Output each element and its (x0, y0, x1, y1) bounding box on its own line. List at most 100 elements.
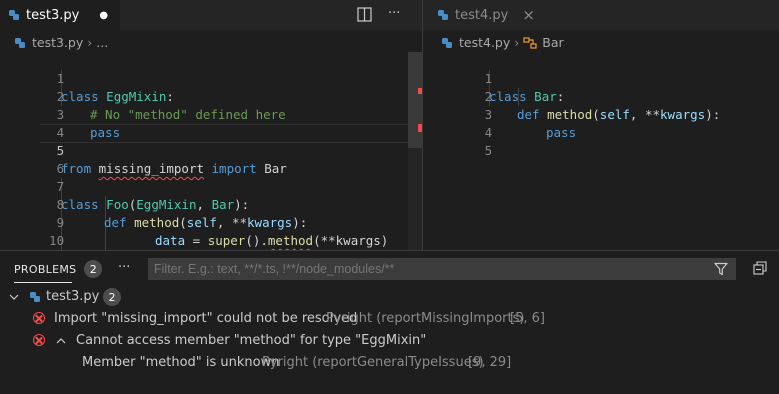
overview-ruler[interactable] (408, 52, 422, 250)
code-line: 2 def method(self, **kwargs): (428, 70, 721, 122)
parameter: self (599, 107, 630, 122)
breadcrumb-file[interactable]: test3.py (32, 35, 83, 50)
code-line: 2 # No "method" defined here (0, 70, 286, 122)
python-file-icon (30, 292, 40, 302)
code-line: 1 class Bar: (428, 52, 565, 104)
class-name: EggMixin (106, 89, 167, 104)
python-file-icon (9, 10, 19, 20)
tab-test3-label: test3.py (26, 7, 80, 23)
base-class: Bar (211, 197, 235, 212)
problem-file-name: test3.py (46, 289, 100, 304)
split-editor-icon[interactable] (357, 7, 372, 22)
line-number: 1 (484, 71, 493, 86)
error-icon (33, 312, 45, 324)
collapse-all-icon[interactable] (753, 261, 767, 275)
error-marker (418, 88, 422, 94)
problem-message: Import "missing_import" could not be res… (54, 311, 358, 326)
related-message: Member "method" is unknown (82, 355, 280, 370)
close-tab-icon[interactable]: × (522, 6, 535, 24)
scrollbar-slider[interactable] (408, 52, 422, 148)
code-line: 10 return data (0, 214, 238, 266)
problem-source: Pyright (reportMissingImports) (326, 311, 525, 326)
right-code-editor[interactable]: 1 class Bar: 2 def method(self, **kwargs… (428, 52, 779, 250)
left-code-editor[interactable]: 1 class EggMixin: 2 # No "method" define… (0, 52, 408, 266)
filter-box[interactable] (148, 258, 736, 280)
code-line: 11 (0, 232, 64, 266)
line-number: 10 (49, 233, 65, 248)
keyword: class (61, 197, 99, 212)
more-actions-icon[interactable]: ··· (388, 6, 400, 21)
line-number: 9 (56, 215, 65, 230)
panel-tab-problems[interactable]: PROBLEMS 2 (14, 260, 103, 278)
parameter: self (186, 215, 217, 230)
tab-test4[interactable]: test4.py × (423, 0, 555, 30)
line-number: 8 (56, 197, 65, 212)
line-number: 6 (56, 161, 65, 176)
breadcrumb-rest[interactable]: ... (96, 35, 108, 50)
filter-icon[interactable] (714, 262, 728, 276)
keyword: pass (90, 125, 121, 140)
problems-panel: PROBLEMS 2 ··· test3.py 2 Import "missin… (0, 250, 779, 394)
tab-underline (14, 282, 72, 283)
problem-file-group[interactable]: test3.py 2 (0, 287, 779, 307)
unresolved-module[interactable]: missing_import (99, 161, 204, 176)
related-info-item[interactable]: Member "method" is unknown Pyright (repo… (0, 352, 779, 374)
error-icon (33, 334, 45, 346)
code-line: 9 data = super().method(**kwargs) (0, 196, 389, 248)
panel-more-actions-icon[interactable]: ··· (118, 260, 130, 275)
keyword: class (61, 89, 99, 104)
line-number: 1 (56, 71, 65, 86)
class-name: Foo (106, 197, 129, 212)
function-name: method (134, 215, 180, 230)
problem-item[interactable]: Import "missing_import" could not be res… (0, 308, 779, 330)
problem-location: [5, 6] (510, 311, 545, 326)
punctuation: ): (705, 107, 721, 122)
keyword: def (104, 215, 127, 230)
error-marker (418, 124, 422, 132)
builtin-call: super (207, 233, 246, 248)
chevron-down-icon[interactable] (9, 293, 19, 301)
panel-tab-label: PROBLEMS (14, 262, 77, 276)
code-line: 5 from missing_import import Bar (0, 124, 287, 176)
operator: ** (231, 215, 248, 230)
line-number: 2 (484, 89, 493, 104)
filter-input[interactable] (154, 258, 704, 280)
keyword: import (211, 161, 257, 176)
problem-count-badge: 2 (84, 260, 103, 278)
variable: data (155, 233, 186, 248)
punctuation: , (216, 215, 232, 230)
code-line: 5 (428, 124, 493, 158)
keyword: class (489, 89, 527, 104)
line-number: 5 (484, 143, 493, 158)
class-name: Bar (534, 89, 557, 104)
breadcrumb: test3.py › ... (14, 34, 108, 51)
line-number: 3 (484, 107, 493, 122)
breadcrumb-symbol[interactable]: Bar (542, 35, 563, 50)
line-number: 2 (56, 89, 65, 104)
keyword: from (61, 161, 92, 176)
punctuation: : (556, 89, 565, 104)
unsaved-dot-icon[interactable]: ● (99, 10, 108, 21)
punctuation: ): (234, 197, 250, 212)
punctuation: , (196, 197, 212, 212)
tab-test3[interactable]: test3.py ● (0, 0, 120, 30)
breadcrumb-separator: › (514, 35, 520, 50)
unknown-member[interactable]: method (268, 233, 313, 248)
chevron-up-icon[interactable] (56, 337, 66, 345)
punctuation: ): (292, 215, 308, 230)
breadcrumb-file[interactable]: test4.py (459, 35, 510, 50)
problem-item[interactable]: Cannot access member "method" for type "… (0, 330, 779, 352)
punctuation: ( (592, 107, 600, 122)
line-number: 7 (56, 179, 65, 194)
file-problem-count: 2 (103, 288, 121, 306)
editor-group-divider[interactable] (422, 0, 423, 250)
line-number: 4 (484, 125, 493, 140)
line-number: 3 (56, 107, 65, 122)
right-tab-bar: test4.py × (423, 0, 779, 30)
function-name: method (547, 107, 593, 122)
keyword: pass (546, 125, 577, 140)
base-class: EggMixin (136, 197, 197, 212)
punctuation: ( (179, 215, 187, 230)
code-line: 3 pass (428, 88, 577, 140)
operator: ** (644, 107, 661, 122)
